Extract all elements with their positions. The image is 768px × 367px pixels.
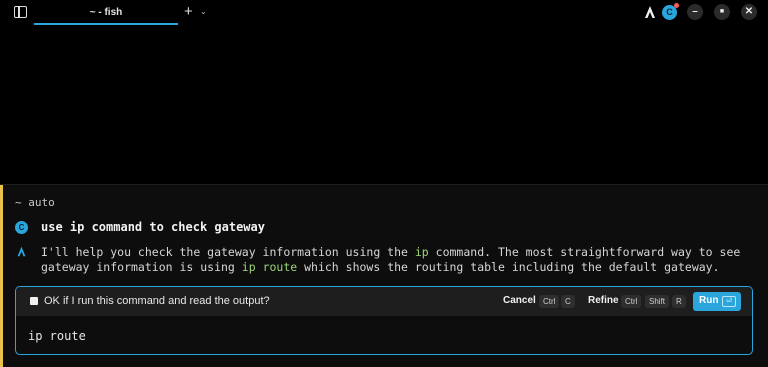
response-text: I'll help you check the gateway informat… (41, 245, 415, 259)
user-query: use ip command to check gateway (41, 220, 265, 234)
run-button[interactable]: Run ⏎ (693, 292, 741, 311)
title-bar: ~ - fish + ⌄ C – ■ ✕ (0, 0, 768, 26)
kbd-key: Ctrl (539, 295, 560, 308)
command-text[interactable]: ip route (28, 329, 86, 343)
cancel-button[interactable]: Cancel (503, 295, 536, 306)
kbd-key: Shift (645, 295, 670, 308)
close-button[interactable]: ✕ (741, 4, 757, 20)
card-header: OK if I run this command and read the ou… (16, 287, 752, 316)
agent-response: I'll help you check the gateway informat… (41, 245, 756, 275)
block-marker (0, 185, 3, 367)
command-card: OK if I run this command and read the ou… (15, 286, 753, 355)
enter-key-icon: ⏎ (722, 296, 736, 307)
run-label: Run (699, 295, 719, 306)
tab-title: ~ - fish (89, 7, 123, 18)
notification-dot (674, 3, 679, 8)
plus-icon[interactable]: + (184, 4, 193, 19)
shell-prompt: ~ auto (15, 196, 55, 209)
maximize-button[interactable]: ■ (714, 4, 730, 20)
tab-fish[interactable]: ~ - fish (34, 0, 178, 26)
ai-block: ~ auto C use ip command to check gateway… (0, 184, 768, 367)
kbd-key: R (672, 295, 686, 308)
chevron-down-icon[interactable]: ⌄ (200, 7, 207, 16)
active-tab-indicator (34, 23, 178, 25)
minimize-button[interactable]: – (687, 4, 703, 20)
response-text: which shows the routing table including … (297, 260, 720, 274)
sidebar-toggle-icon[interactable] (14, 6, 27, 18)
user-avatar-icon: C (15, 221, 28, 234)
inline-code: ip route (241, 260, 298, 274)
inline-code: ip (414, 245, 429, 259)
kbd-key: C (561, 295, 575, 308)
agent-icon (17, 246, 26, 257)
kbd-key: Ctrl (621, 295, 642, 308)
terminal-output[interactable] (0, 26, 768, 183)
refine-button[interactable]: Refine (588, 295, 619, 306)
warp-logo-icon[interactable] (643, 5, 657, 19)
permission-question: OK if I run this command and read the ou… (44, 295, 270, 307)
pending-square-icon (30, 297, 38, 305)
